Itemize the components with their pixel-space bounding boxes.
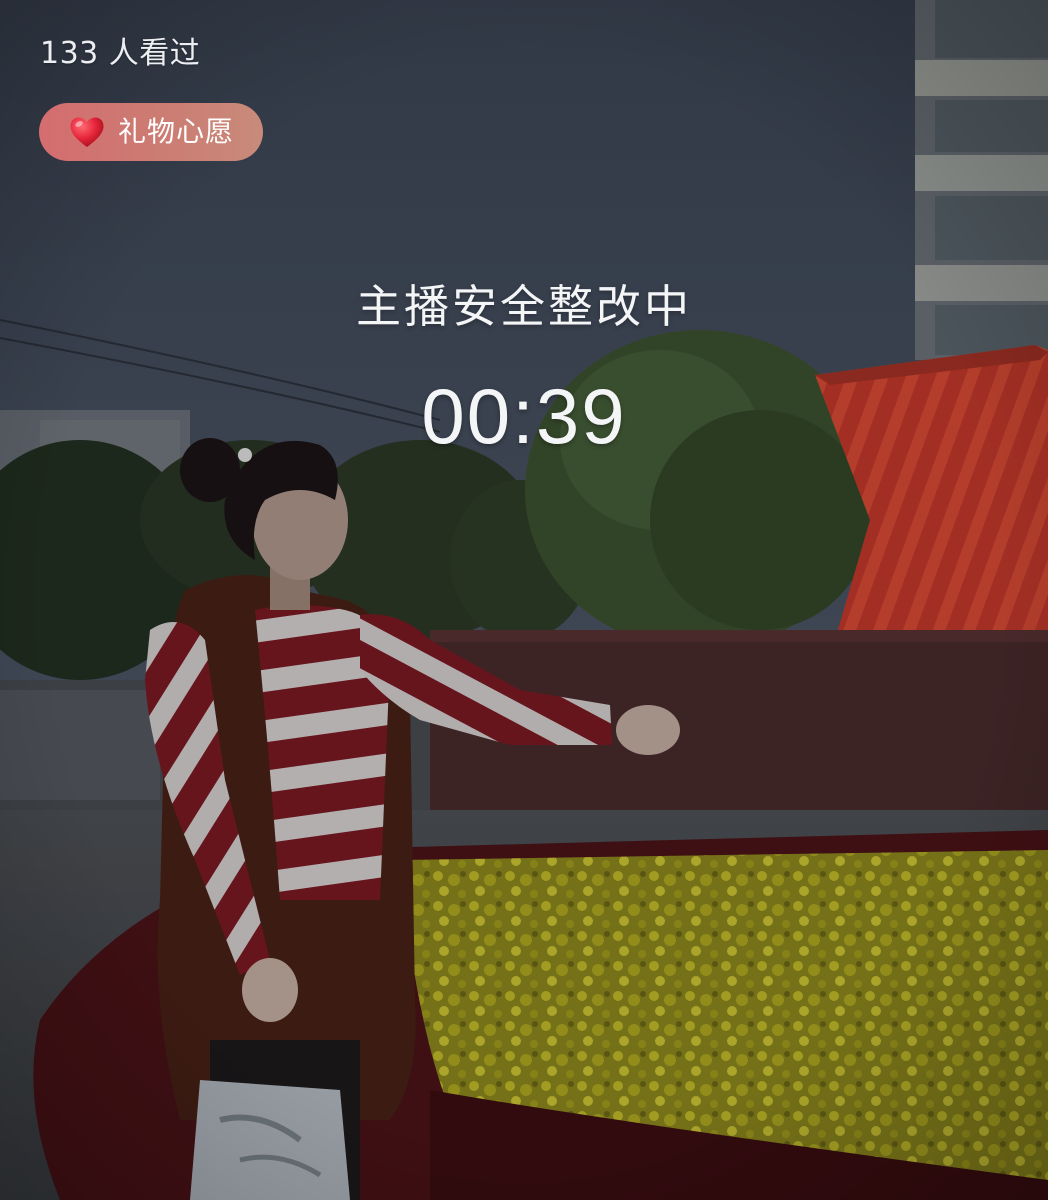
countdown-timer: 00:39 bbox=[421, 372, 627, 460]
gift-wish-button[interactable]: 礼物心愿 bbox=[39, 103, 263, 161]
heart-icon bbox=[70, 117, 104, 147]
status-message: 主播安全整改中 bbox=[355, 280, 692, 333]
gift-wish-label: 礼物心愿 bbox=[118, 115, 235, 148]
live-room-screen: 133 人看过 礼物心愿 主播安全整改中 00:39 bbox=[0, 0, 1048, 1200]
viewer-count: 133 人看过 bbox=[40, 36, 201, 71]
stream-background-photo bbox=[0, 0, 1048, 1200]
